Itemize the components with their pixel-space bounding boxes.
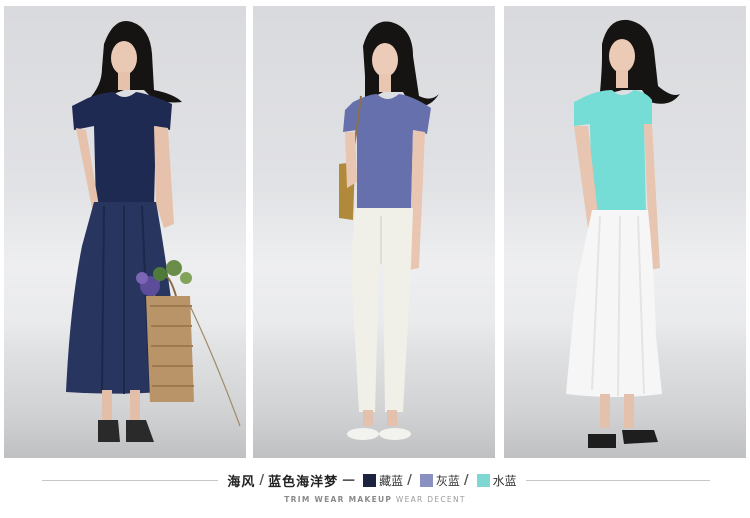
- caption-row: 海风 / 蓝色海洋梦 — 藏蓝 / 灰蓝 / 水蓝: [0, 468, 750, 492]
- model-navy-figure: [66, 20, 241, 442]
- model-grey-blue-figure: [339, 21, 439, 440]
- caption-dash: —: [342, 472, 356, 488]
- swatch-navy: [363, 473, 377, 487]
- divider-right: [526, 480, 710, 481]
- color-label-grey-blue: 灰蓝: [435, 473, 460, 488]
- color-slash: /: [463, 472, 469, 488]
- swatch-aqua: [476, 473, 490, 487]
- subtitle-bold: TRIM WEAR MAKEUP: [284, 495, 393, 504]
- caption-title-a: 海风: [227, 474, 256, 490]
- color-label-aqua: 水蓝: [492, 473, 517, 488]
- swatch-grey-blue: [419, 473, 433, 487]
- collection-caption: 海风 / 蓝色海洋梦 — 藏蓝 / 灰蓝 / 水蓝: [218, 468, 526, 492]
- subtitle-light: WEAR DECENT: [395, 495, 466, 504]
- color-label-navy: 藏蓝: [379, 473, 404, 488]
- photo-model-grey-blue: [253, 6, 495, 458]
- caption-separator: /: [259, 472, 265, 488]
- brand-subtitle: TRIM WEAR MAKEUP WEAR DECENT: [0, 495, 750, 504]
- photo-model-aqua: [504, 6, 746, 458]
- divider-left: [42, 480, 218, 481]
- photo-model-navy: [4, 6, 246, 458]
- color-slash: /: [407, 472, 412, 488]
- model-aqua-figure: [566, 19, 680, 448]
- caption-title-b: 蓝色海洋梦: [268, 474, 339, 490]
